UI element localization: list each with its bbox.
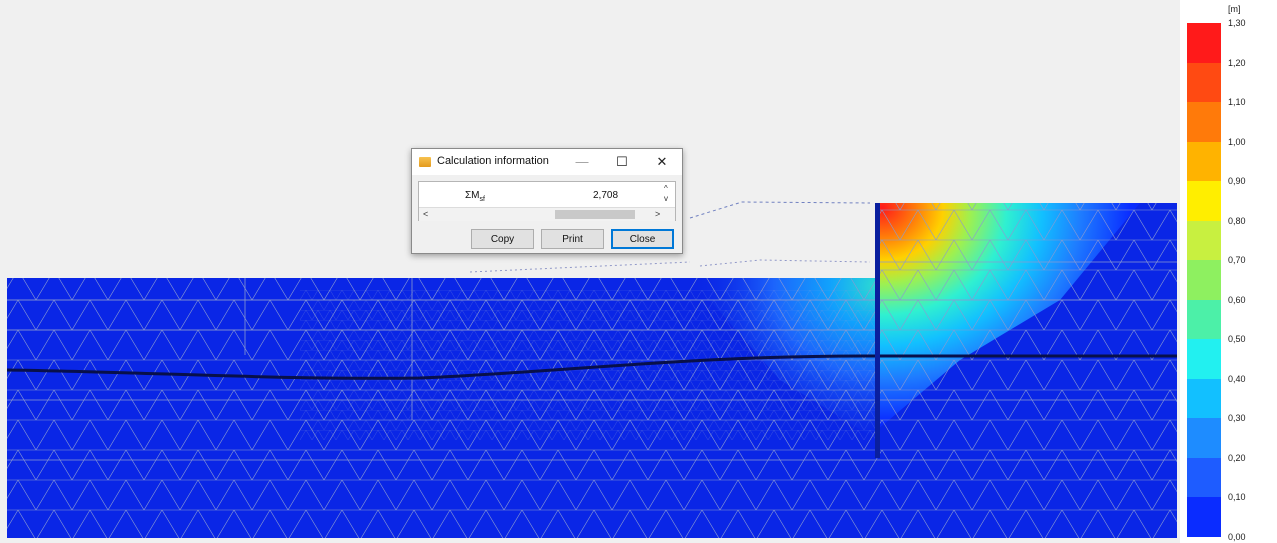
legend-swatch (1187, 62, 1221, 103)
legend-swatch (1187, 181, 1221, 222)
scroll-up-arrow-icon[interactable]: ^ (664, 184, 668, 193)
fe-mesh-plot (6, 201, 1177, 538)
legend-tick-label: 0,50 (1228, 334, 1246, 345)
result-name: ΣMsf (465, 190, 485, 203)
legend-tick-label: 0,70 (1228, 255, 1246, 266)
scroll-left-arrow-icon[interactable]: < (423, 208, 428, 221)
app-icon (419, 157, 431, 167)
result-value: 2,708 (593, 190, 619, 201)
results-list[interactable]: ΣMsf 2,708 ^ v < > (418, 181, 676, 221)
legend-swatch (1187, 23, 1221, 64)
legend-swatch (1187, 220, 1221, 261)
legend-tick-label: 0,40 (1228, 373, 1246, 384)
legend-tick-label: 1,20 (1228, 57, 1246, 68)
close-window-button[interactable]: ✕ (642, 149, 682, 175)
legend-swatch (1187, 457, 1221, 498)
horizontal-scrollbar[interactable]: < > (419, 207, 675, 221)
scroll-down-arrow-icon[interactable]: v (664, 194, 668, 203)
legend-tick-label: 0,20 (1228, 452, 1246, 463)
print-button[interactable]: Print (541, 229, 604, 249)
close-button[interactable]: Close (611, 229, 674, 249)
legend-swatch (1187, 102, 1221, 143)
color-legend: [m] 1,30 1,20 1,10 1,00 0,90 0,80 0,70 0,60 0,50… (1180, 0, 1277, 543)
legend-swatch (1187, 299, 1221, 340)
legend-tick-label: 1,30 (1228, 18, 1246, 28)
maximize-button[interactable]: ☐ (602, 149, 642, 175)
legend-swatch (1187, 141, 1221, 182)
legend-swatch (1187, 418, 1221, 459)
model-viewport[interactable]: Calculation information — ☐ ✕ ΣMsf 2,708… (0, 0, 1180, 543)
legend-tick-label: 0,30 (1228, 413, 1246, 424)
scroll-right-arrow-icon[interactable]: > (655, 208, 660, 221)
legend-swatch (1187, 378, 1221, 419)
legend-tick-label: 0,60 (1228, 294, 1246, 305)
legend-unit: [m] (1228, 4, 1241, 14)
legend-tick-label: 0,00 (1228, 532, 1246, 542)
minimize-button[interactable]: — (562, 149, 602, 175)
copy-button[interactable]: Copy (471, 229, 534, 249)
calculation-information-dialog: Calculation information — ☐ ✕ ΣMsf 2,708… (411, 148, 683, 254)
legend-tick-label: 0,90 (1228, 176, 1246, 187)
legend-swatch (1187, 339, 1221, 380)
original-surface-line (689, 201, 871, 219)
sheet-pile-wall (875, 203, 880, 458)
legend-tick-label: 0,10 (1228, 492, 1246, 503)
scrollbar-thumb[interactable] (555, 210, 635, 219)
legend-swatch (1187, 260, 1221, 301)
legend-swatch (1187, 497, 1221, 538)
legend-tick-label: 1,10 (1228, 97, 1246, 108)
dialog-titlebar[interactable]: Calculation information — ☐ ✕ (412, 149, 682, 175)
legend-tick-label: 0,80 (1228, 215, 1246, 226)
dialog-title: Calculation information (437, 155, 549, 167)
legend-tick-label: 1,00 (1228, 136, 1246, 147)
